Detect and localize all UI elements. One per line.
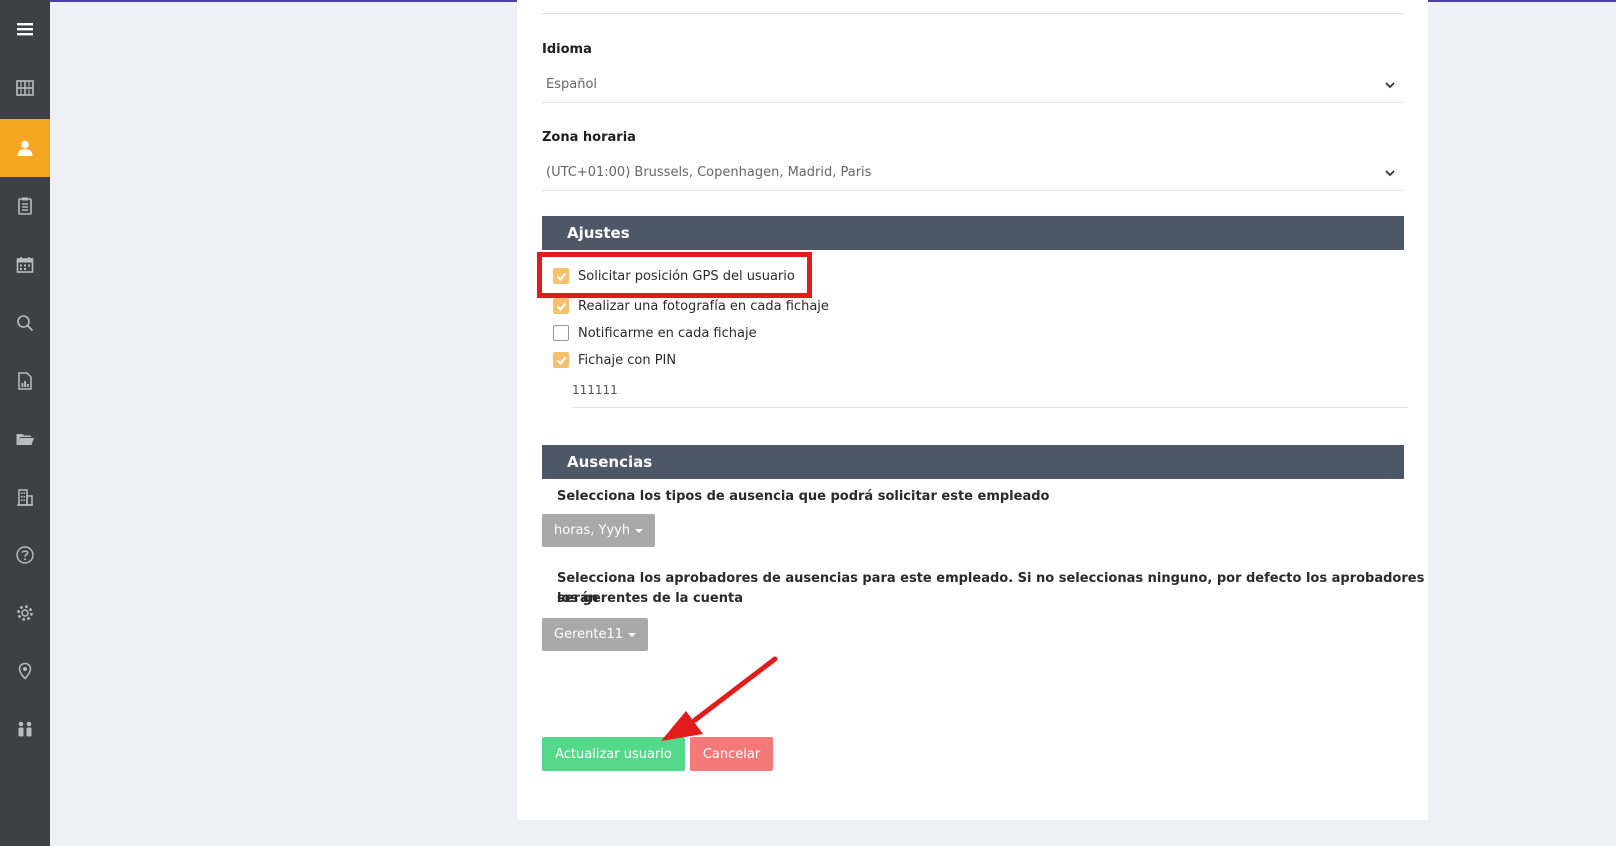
photo-checkbox[interactable] xyxy=(553,298,569,314)
sidebar-item-menu[interactable] xyxy=(0,0,50,58)
sidebar-item-help[interactable] xyxy=(0,526,50,584)
settings-section-title: Ajustes xyxy=(567,224,630,242)
pin-value: 111111 xyxy=(572,383,618,397)
sidebar-item-dashboard[interactable] xyxy=(0,59,50,117)
language-label: Idioma xyxy=(542,42,592,57)
check-icon xyxy=(556,302,566,311)
approvers-description-line2: los gerentes de la cuenta xyxy=(557,591,743,606)
absences-section-title: Ausencias xyxy=(567,453,653,471)
notify-checkbox[interactable] xyxy=(553,325,569,341)
pin-input[interactable]: 111111 xyxy=(572,374,1408,408)
report-icon xyxy=(18,372,32,390)
notify-option-label: Notificarme en cada fichaje xyxy=(578,325,757,341)
clipboard-icon xyxy=(18,197,32,215)
photo-option-label: Realizar una fotografía en cada fichaje xyxy=(578,298,829,314)
sidebar-item-settings[interactable] xyxy=(0,584,50,642)
pin-option[interactable]: Fichaje con PIN xyxy=(553,350,676,370)
previous-field[interactable] xyxy=(542,0,1404,14)
gps-option-highlight-box xyxy=(537,252,812,298)
sidebar-item-geolocation[interactable] xyxy=(0,642,50,700)
sidebar-item-companies[interactable] xyxy=(0,468,50,526)
language-value: Español xyxy=(546,77,598,92)
pin-option-label: Fichaje con PIN xyxy=(578,352,677,368)
sidebar-item-users[interactable] xyxy=(0,119,50,177)
cancel-button[interactable]: Cancelar xyxy=(690,737,773,771)
timezone-select[interactable]: (UTC+01:00) Brussels, Copenhagen, Madrid… xyxy=(542,155,1404,191)
approvers-value: Gerente11 xyxy=(554,627,624,642)
check-icon xyxy=(556,356,566,365)
caret-down-icon xyxy=(635,528,644,533)
settings-section-header: Ajustes xyxy=(542,216,1404,250)
pin-checkbox[interactable] xyxy=(553,352,569,368)
sidebar-item-documents[interactable] xyxy=(0,410,50,468)
user-icon xyxy=(17,140,33,156)
timezone-value: (UTC+01:00) Brussels, Copenhagen, Madrid… xyxy=(546,165,872,180)
menu-icon xyxy=(17,23,33,36)
timezone-label: Zona horaria xyxy=(542,130,636,145)
notify-option[interactable]: Notificarme en cada fichaje xyxy=(553,323,757,343)
people-icon xyxy=(18,721,32,737)
user-form-card: Idioma Español Zona horaria (UTC+01:00) … xyxy=(517,0,1428,820)
sidebar-item-teams[interactable] xyxy=(0,700,50,758)
absence-types-value: horas, Yyyh xyxy=(554,523,631,538)
sidebar xyxy=(0,0,50,846)
language-select[interactable]: Español xyxy=(542,67,1404,103)
caret-down-icon xyxy=(628,632,637,637)
chevron-down-icon xyxy=(1385,82,1395,89)
chevron-down-icon xyxy=(1385,170,1395,177)
update-user-button[interactable]: Actualizar usuario xyxy=(542,737,685,771)
photo-option[interactable]: Realizar una fotografía en cada fichaje xyxy=(553,296,829,316)
sidebar-item-reports[interactable] xyxy=(0,352,50,410)
sidebar-item-calendar[interactable] xyxy=(0,236,50,294)
help-icon xyxy=(16,546,34,564)
building-icon xyxy=(17,489,33,506)
calendar-icon xyxy=(16,257,34,273)
folder-icon xyxy=(16,434,34,445)
search-icon xyxy=(17,315,34,332)
approvers-dropdown[interactable]: Gerente11 xyxy=(542,618,649,651)
sidebar-item-search[interactable] xyxy=(0,294,50,352)
sidebar-item-tasks[interactable] xyxy=(0,177,50,235)
absences-section-header: Ausencias xyxy=(542,445,1404,479)
absence-types-description: Selecciona los tipos de ausencia que pod… xyxy=(557,489,1050,504)
location-icon xyxy=(18,662,32,680)
dashboard-icon xyxy=(16,80,34,96)
gear-icon xyxy=(17,605,33,621)
absence-types-dropdown[interactable]: horas, Yyyh xyxy=(542,514,656,547)
